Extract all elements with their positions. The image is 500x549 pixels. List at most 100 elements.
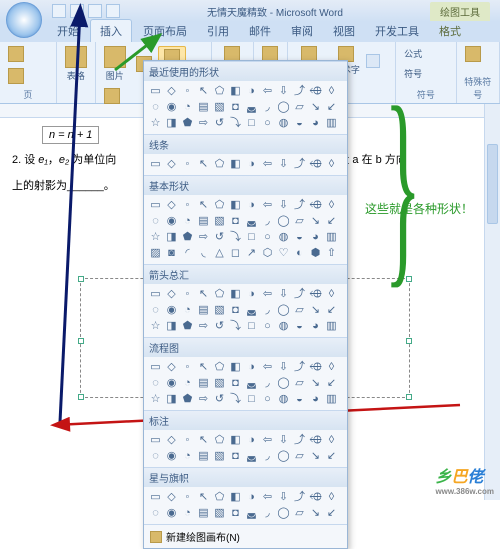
shape-item[interactable]: ◘	[228, 214, 243, 229]
shape-item[interactable]: ⇩	[276, 198, 291, 213]
tab-mailings[interactable]: 邮件	[240, 20, 280, 42]
shape-item[interactable]: ◞	[260, 449, 275, 464]
shape-item[interactable]: ↘	[308, 100, 323, 115]
shape-item[interactable]: ⤵	[228, 392, 243, 407]
shape-item[interactable]: ◉	[164, 214, 179, 229]
shape-item[interactable]: ◐	[292, 246, 307, 261]
shape-item[interactable]: ◇	[164, 360, 179, 375]
shape-item[interactable]: ↙	[324, 303, 339, 318]
shape-item[interactable]: ▭	[148, 360, 163, 375]
shape-item[interactable]: ◧	[228, 360, 243, 375]
shape-item[interactable]: ☆	[148, 230, 163, 245]
shape-item[interactable]: ◯	[276, 214, 291, 229]
shape-item[interactable]: ▭	[148, 433, 163, 448]
shape-item[interactable]: ◌	[148, 214, 163, 229]
shape-item[interactable]: ↖	[196, 84, 211, 99]
shape-item[interactable]: ▧	[212, 506, 227, 521]
resize-handle[interactable]	[406, 394, 412, 400]
shape-item[interactable]: ↘	[308, 214, 323, 229]
shape-item[interactable]: ◞	[260, 214, 275, 229]
shape-item[interactable]: ↙	[324, 506, 339, 521]
shape-item[interactable]: ⬟	[180, 319, 195, 334]
qat-more-icon[interactable]	[106, 4, 120, 18]
vertical-scrollbar[interactable]	[484, 104, 500, 500]
shape-item[interactable]: ▱	[292, 449, 307, 464]
qat-redo-icon[interactable]	[88, 4, 102, 18]
shape-item[interactable]: ↖	[196, 360, 211, 375]
shape-item[interactable]: ⇦	[260, 433, 275, 448]
shape-item[interactable]: ◕	[308, 392, 323, 407]
shape-item[interactable]: ◇	[164, 490, 179, 505]
shape-item[interactable]: ◊	[324, 198, 339, 213]
shape-item[interactable]: ▤	[196, 214, 211, 229]
shape-item[interactable]: ◘	[228, 100, 243, 115]
shape-item[interactable]: ▧	[212, 376, 227, 391]
shape-item[interactable]: ▱	[292, 100, 307, 115]
shape-item[interactable]: ▤	[196, 449, 211, 464]
shape-item[interactable]: ⇨	[196, 319, 211, 334]
shape-item[interactable]: ◌	[148, 449, 163, 464]
shape-item[interactable]: ▭	[148, 157, 163, 172]
shape-item[interactable]: ⇦	[260, 287, 275, 302]
shape-item[interactable]: ◔	[180, 303, 195, 318]
shape-item[interactable]: ◦	[180, 433, 195, 448]
shape-item[interactable]: ◟	[196, 246, 211, 261]
shape-item[interactable]: ◊	[324, 360, 339, 375]
shape-item[interactable]: ◨	[164, 230, 179, 245]
shape-item[interactable]: ◦	[180, 198, 195, 213]
shape-item[interactable]: ⇧	[324, 246, 339, 261]
shape-item[interactable]: ◨	[164, 319, 179, 334]
shape-item[interactable]: ▱	[292, 376, 307, 391]
shape-item[interactable]: ⤴	[292, 84, 307, 99]
symbol-button[interactable]: 符号	[400, 64, 426, 82]
shape-item[interactable]: ▭	[148, 490, 163, 505]
shape-item[interactable]: ↖	[196, 157, 211, 172]
shape-item[interactable]: ○	[260, 230, 275, 245]
shape-item[interactable]: ◧	[228, 157, 243, 172]
shape-item[interactable]: ◞	[260, 303, 275, 318]
shape-item[interactable]: ▧	[212, 449, 227, 464]
shape-item[interactable]: ⇩	[276, 360, 291, 375]
shape-item[interactable]: ⬢	[308, 246, 323, 261]
shape-item[interactable]: ◊	[324, 490, 339, 505]
shape-item[interactable]: ⇩	[276, 287, 291, 302]
shape-item[interactable]: ⬠	[212, 490, 227, 505]
shape-item[interactable]: ⇦	[260, 84, 275, 99]
shape-item[interactable]: ◜	[180, 246, 195, 261]
shape-item[interactable]: ⇩	[276, 490, 291, 505]
shape-item[interactable]: ◑	[244, 157, 259, 172]
shape-item[interactable]: ⇨	[196, 116, 211, 131]
shape-item[interactable]: ↘	[308, 303, 323, 318]
shape-item[interactable]: ◨	[164, 116, 179, 131]
shape-item[interactable]: ⬠	[212, 433, 227, 448]
shape-item[interactable]: ⬲	[308, 287, 323, 302]
shape-item[interactable]: ◇	[164, 84, 179, 99]
shape-item[interactable]: ◨	[164, 392, 179, 407]
shape-item[interactable]: ◘	[228, 376, 243, 391]
shape-item[interactable]: ⬲	[308, 360, 323, 375]
shape-item[interactable]: ⬲	[308, 157, 323, 172]
shape-item[interactable]: ◑	[244, 490, 259, 505]
shape-item[interactable]: ▭	[148, 198, 163, 213]
shape-item[interactable]: ◍	[276, 392, 291, 407]
shape-item[interactable]: ⬲	[308, 433, 323, 448]
shape-item[interactable]: ▭	[148, 84, 163, 99]
resize-handle[interactable]	[78, 394, 84, 400]
shape-item[interactable]: ◦	[180, 84, 195, 99]
shape-item[interactable]: ◞	[260, 100, 275, 115]
shape-item[interactable]: ◘	[228, 506, 243, 521]
shape-item[interactable]: ☆	[148, 392, 163, 407]
shape-item[interactable]: ◛	[244, 506, 259, 521]
shape-item[interactable]: ↙	[324, 214, 339, 229]
shape-item[interactable]: ◌	[148, 303, 163, 318]
shape-item[interactable]: ▤	[196, 376, 211, 391]
shape-item[interactable]: ◑	[244, 84, 259, 99]
shape-item[interactable]: ⤵	[228, 230, 243, 245]
cover-page-button[interactable]	[4, 44, 28, 64]
shape-item[interactable]: ⤴	[292, 490, 307, 505]
shape-item[interactable]: ↖	[196, 287, 211, 302]
office-button[interactable]	[6, 2, 42, 38]
shape-item[interactable]: ▤	[196, 100, 211, 115]
shape-item[interactable]: ⤴	[292, 433, 307, 448]
shape-item[interactable]: ◯	[276, 449, 291, 464]
